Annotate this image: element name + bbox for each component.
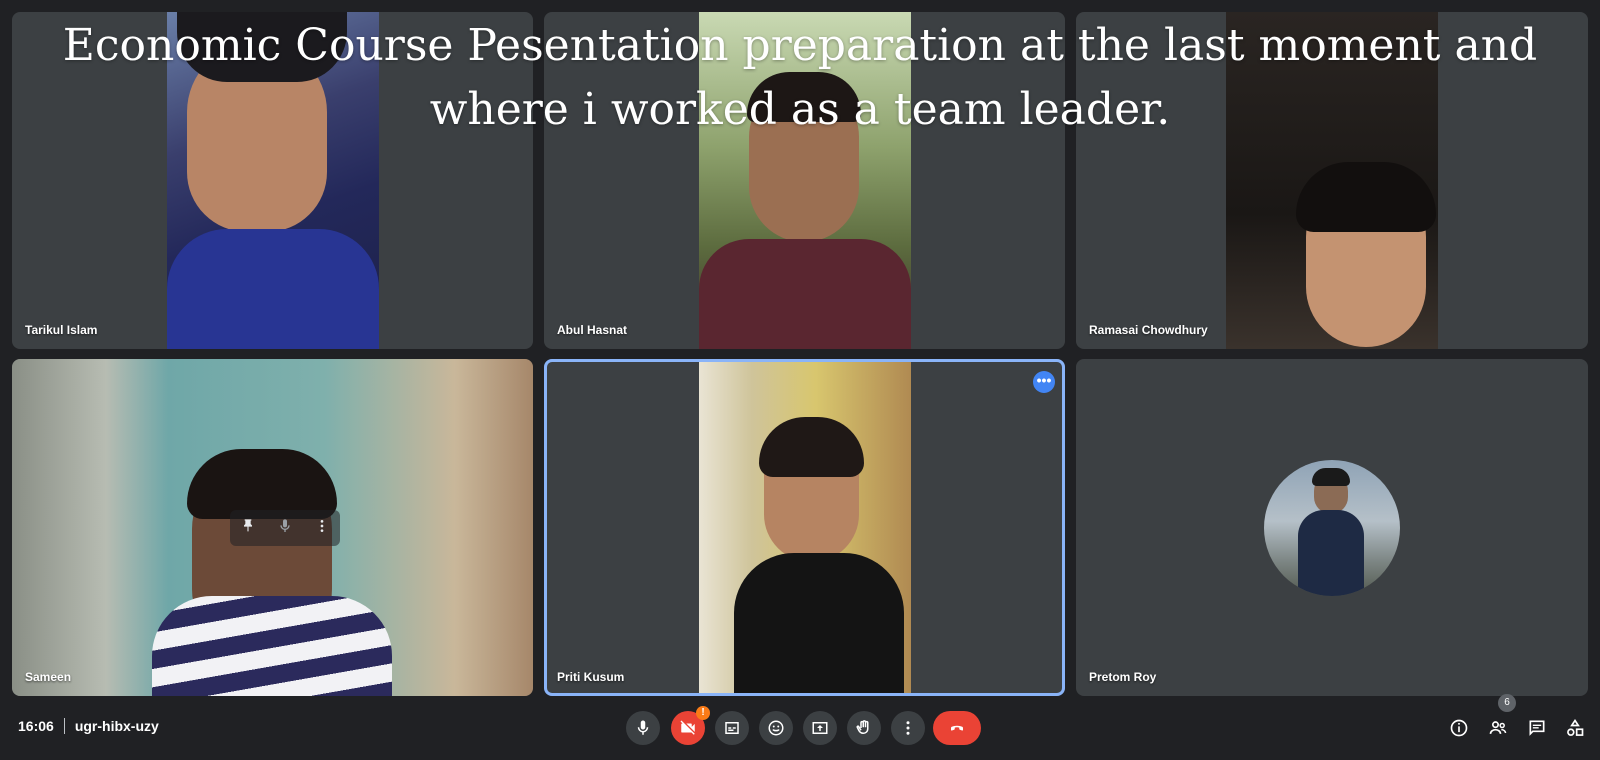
people-button[interactable] <box>1486 716 1510 740</box>
participant-name: Sameen <box>25 670 72 684</box>
participant-name: Ramasai Chowdhury <box>1089 323 1208 337</box>
video-feed <box>166 12 379 349</box>
activities-button[interactable] <box>1563 716 1587 740</box>
end-call-icon <box>951 725 963 731</box>
present-button[interactable] <box>803 711 837 745</box>
meeting-time: 16:06 <box>18 718 54 734</box>
emoji-icon <box>768 720 784 736</box>
info-button[interactable] <box>1447 716 1471 740</box>
microphone-button[interactable] <box>626 711 660 745</box>
avatar <box>1264 459 1400 596</box>
present-screen-icon <box>812 722 828 734</box>
meeting-code[interactable]: ugr-hibx-uzy <box>75 718 159 734</box>
participant-name: Abul Hasnat <box>557 323 628 337</box>
chat-icon <box>1529 720 1545 736</box>
more-options-icon[interactable]: ••• <box>1033 371 1055 393</box>
participant-name: Pretom Roy <box>1089 670 1157 684</box>
activities-icon <box>1567 718 1584 736</box>
tile-hover-controls <box>230 510 340 546</box>
pin-icon[interactable] <box>240 518 256 538</box>
warning-badge: ! <box>696 706 710 720</box>
participant-tile-pretom-roy[interactable]: Pretom Roy <box>1076 359 1588 696</box>
captions-icon <box>725 722 739 734</box>
video-feed <box>698 362 911 693</box>
meeting-details: 16:06 ugr-hibx-uzy <box>18 718 159 734</box>
participant-tile-sameen[interactable]: Sameen <box>12 359 533 696</box>
participant-tile-ramasai-chowdhury[interactable]: Ramasai Chowdhury <box>1076 12 1588 349</box>
end-call-button[interactable] <box>933 711 981 745</box>
video-feed <box>1226 12 1438 349</box>
chat-button[interactable] <box>1525 716 1549 740</box>
camera-off-icon <box>680 720 695 735</box>
bottom-control-bar: 16:06 ugr-hibx-uzy ! 6 <box>0 694 1600 760</box>
microphone-icon[interactable] <box>277 518 293 538</box>
participant-tile-priti-kusum[interactable]: ••• Priti Kusum <box>544 359 1065 696</box>
participant-tile-abul-hasnat[interactable]: Abul Hasnat <box>544 12 1065 349</box>
participant-name: Priti Kusum <box>557 670 625 684</box>
participant-tile-tarikul-islam[interactable]: Tarikul Islam <box>12 12 533 349</box>
participant-name: Tarikul Islam <box>25 323 98 337</box>
microphone-icon <box>637 720 649 735</box>
more-options-button[interactable] <box>891 711 925 745</box>
divider <box>63 718 65 734</box>
raise-hand-icon <box>856 720 869 735</box>
camera-button[interactable]: ! <box>671 706 710 745</box>
video-feed <box>698 12 911 349</box>
more-vert-icon <box>906 721 910 735</box>
emoji-button[interactable] <box>759 711 793 745</box>
captions-button[interactable] <box>715 711 749 745</box>
raise-hand-button[interactable] <box>847 711 881 745</box>
people-icon <box>1489 721 1507 734</box>
info-icon <box>1450 719 1468 737</box>
participant-count-badge: 6 <box>1498 694 1516 712</box>
more-vert-icon[interactable] <box>314 518 330 538</box>
